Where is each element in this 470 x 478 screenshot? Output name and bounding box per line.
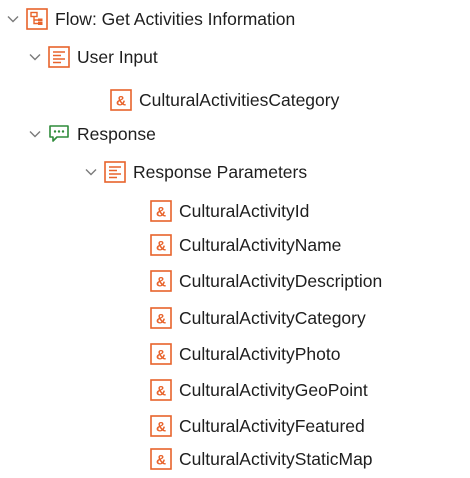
ampersand-variable-icon: & (150, 200, 172, 222)
tree-node-label: CulturalActivityCategory (179, 308, 366, 328)
ampersand-variable-icon: & (150, 415, 172, 437)
ampersand-variable-icon: & (150, 270, 172, 292)
tree-node-label: User Input (77, 47, 158, 67)
tree-node-label: CulturalActivityStaticMap (179, 449, 373, 469)
chevron-down-icon[interactable] (28, 127, 42, 141)
svg-text:&: & (156, 311, 166, 327)
svg-text:&: & (116, 93, 126, 109)
tree-node-variable[interactable]: & CulturalActivityStaticMap (150, 440, 373, 478)
tree-node-variable[interactable]: & CulturalActivitiesCategory (110, 81, 339, 119)
tree-node-variable[interactable]: & CulturalActivityId (150, 192, 309, 230)
tree-node-response-parameters[interactable]: Response Parameters (84, 153, 307, 191)
svg-text:&: & (156, 238, 166, 254)
chevron-down-icon[interactable] (28, 50, 42, 64)
tree-node-label: Response Parameters (133, 162, 308, 182)
tree-node-label: CulturalActivityFeatured (179, 416, 365, 436)
tree-node-label: CulturalActivityName (179, 235, 342, 255)
tree-node-variable[interactable]: & CulturalActivityPhoto (150, 335, 340, 373)
parameters-icon (104, 161, 126, 183)
tree-node-variable[interactable]: & CulturalActivityGeoPoint (150, 371, 368, 409)
tree-node-label: CulturalActivityPhoto (179, 344, 341, 364)
chevron-down-icon[interactable] (6, 12, 20, 26)
tree-node-variable[interactable]: & CulturalActivityCategory (150, 299, 366, 337)
svg-text:&: & (156, 452, 166, 468)
tree-node-label: CulturalActivityId (179, 201, 310, 221)
svg-text:&: & (156, 347, 166, 363)
ampersand-variable-icon: & (150, 343, 172, 365)
tree-node-label: CulturalActivitiesCategory (139, 90, 340, 110)
tree-node-response[interactable]: Response (28, 115, 156, 153)
svg-text:&: & (156, 274, 166, 290)
svg-text:&: & (156, 383, 166, 399)
tree-node-label: CulturalActivityDescription (179, 271, 383, 291)
ampersand-variable-icon: & (110, 89, 132, 111)
tree-node-user-input[interactable]: User Input (28, 38, 158, 76)
tree-node-flow[interactable]: Flow: Get Activities Information (6, 0, 295, 38)
svg-text:&: & (156, 204, 166, 220)
flow-tree: Flow: Get Activities Information User In… (0, 0, 470, 473)
ampersand-variable-icon: & (150, 379, 172, 401)
response-speech-bubble-icon (48, 123, 70, 145)
tree-node-label: Flow: Get Activities Information (55, 9, 296, 29)
tree-node-variable[interactable]: & CulturalActivityName (150, 226, 341, 264)
chevron-down-icon[interactable] (84, 165, 98, 179)
ampersand-variable-icon: & (150, 448, 172, 470)
ampersand-variable-icon: & (150, 234, 172, 256)
tree-node-variable[interactable]: & CulturalActivityDescription (150, 262, 382, 300)
flow-icon (26, 8, 48, 30)
tree-node-label: CulturalActivityGeoPoint (179, 380, 368, 400)
ampersand-variable-icon: & (150, 307, 172, 329)
parameters-icon (48, 46, 70, 68)
tree-node-label: Response (77, 124, 156, 144)
svg-text:&: & (156, 419, 166, 435)
